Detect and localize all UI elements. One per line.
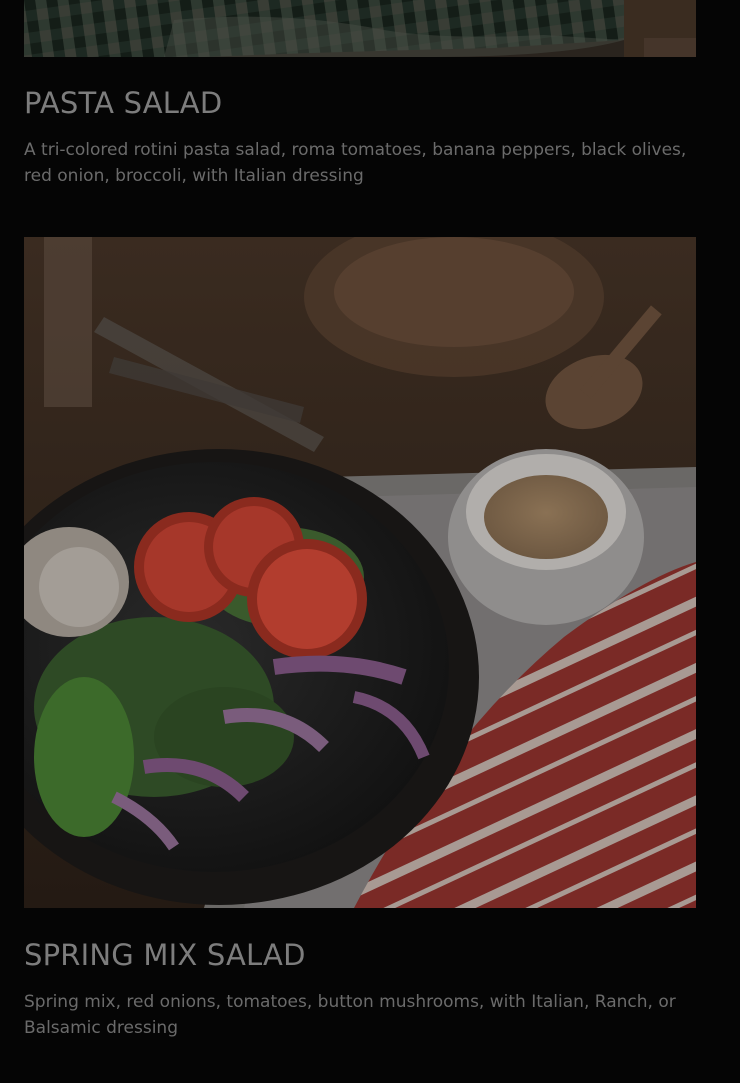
pasta-salad-image <box>24 0 696 57</box>
spring-mix-salad-image <box>24 237 696 908</box>
spring-mix-salad-title: SPRING MIX SALAD <box>24 938 306 972</box>
menu-page: PASTA SALAD A tri-colored rotini pasta s… <box>0 0 740 1083</box>
spring-mix-salad-description: Spring mix, red onions, tomatoes, button… <box>24 992 676 1038</box>
pasta-salad-description: A tri-colored rotini pasta salad, roma t… <box>24 140 687 186</box>
pasta-salad-title: PASTA SALAD <box>24 86 223 120</box>
